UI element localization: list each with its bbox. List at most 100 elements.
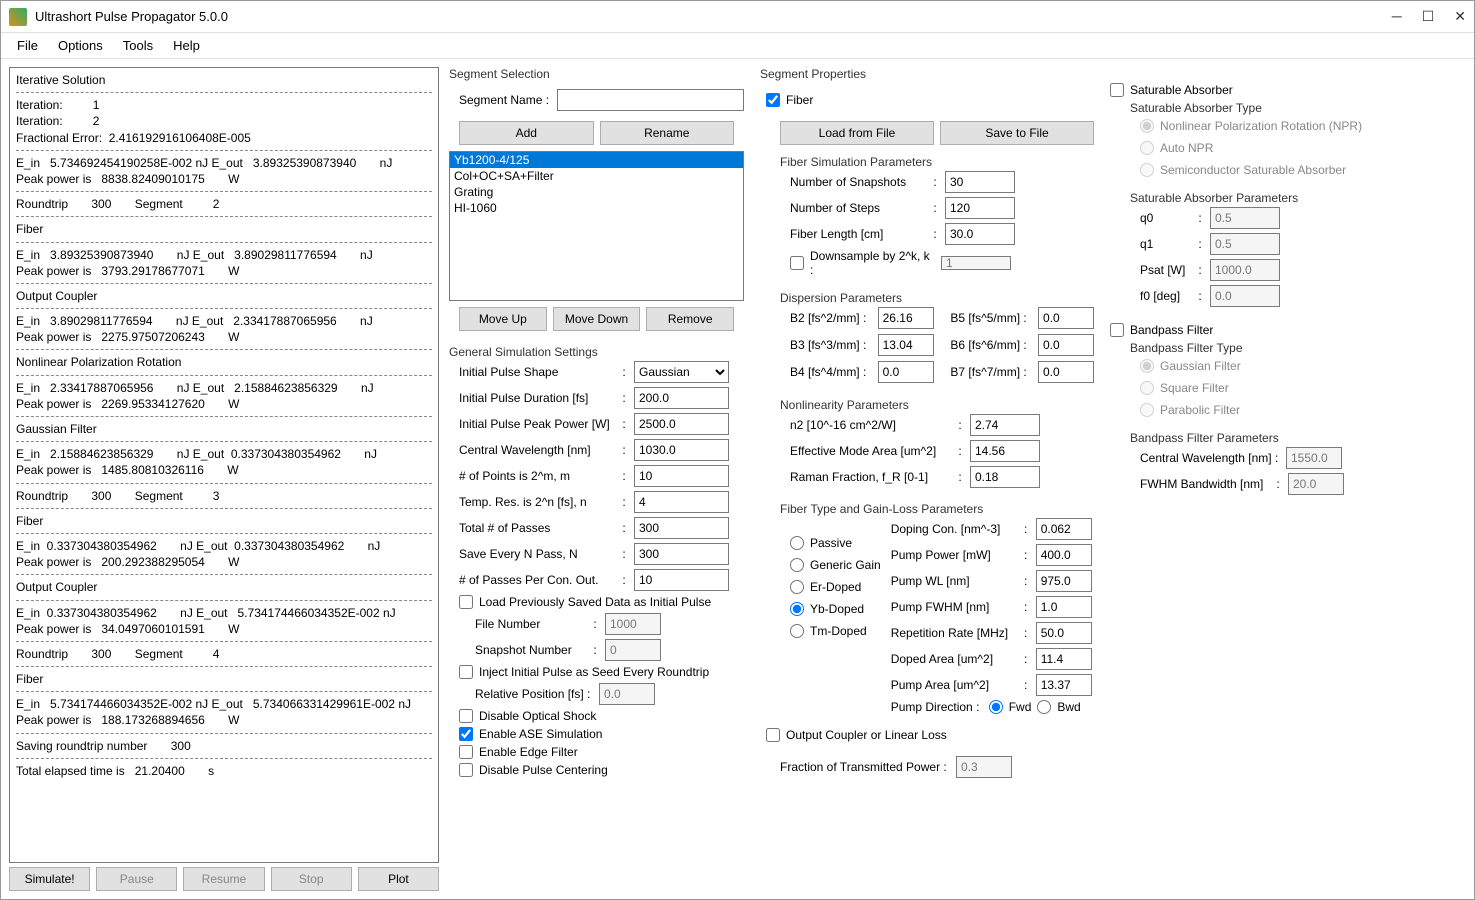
q0-input [1210,207,1280,229]
moveup-button[interactable]: Move Up [459,307,547,331]
save-to-file-button[interactable]: Save to File [940,121,1094,145]
stop-button[interactable]: Stop [271,867,352,891]
log-output[interactable]: Iterative SolutionIteration: 1Iteration:… [9,67,439,863]
sa-type-title: Saturable Absorber Type [1130,101,1466,115]
b6-input[interactable] [1038,334,1094,356]
pumpfwhm-input[interactable] [1036,596,1092,618]
menubar: File Options Tools Help [1,33,1474,59]
b7-input[interactable] [1038,361,1094,383]
auto-npr-radio: Auto NPR [1140,141,1466,155]
pumpwl-input[interactable] [1036,570,1092,592]
rename-segment-button[interactable]: Rename [600,121,735,145]
inject-checkbox[interactable]: Inject Initial Pulse as Seed Every Round… [459,665,744,679]
central-wl-label: Central Wavelength [nm] [459,443,614,457]
b4-label: B4 [fs^4/mm] : [790,365,874,379]
simulate-button[interactable]: Simulate! [9,867,90,891]
filenum-input [605,613,661,635]
snapnum-label: Snapshot Number [475,643,585,657]
menu-options[interactable]: Options [50,36,111,55]
sa-checkbox[interactable]: Saturable Absorber [1110,83,1466,97]
downsample-input [941,256,1011,270]
doping-label: Doping Con. [nm^-3] [891,522,1016,536]
doping-input[interactable] [1036,518,1092,540]
er-radio[interactable]: Er-Doped [790,580,881,594]
segment-selection-title: Segment Selection [449,67,744,81]
menu-help[interactable]: Help [165,36,208,55]
bpf-params-title: Bandpass Filter Parameters [1130,431,1466,445]
f0-input [1210,285,1280,307]
fiber-checkbox[interactable]: Fiber [760,93,1094,107]
bpf-checkbox[interactable]: Bandpass Filter [1110,323,1466,337]
resume-button[interactable]: Resume [183,867,264,891]
pulse-dur-input[interactable] [634,387,729,409]
mode-input[interactable] [970,440,1040,462]
pulse-shape-select[interactable]: Gaussian [634,361,729,383]
segment-name-label: Segment Name : [459,93,551,107]
b4-input[interactable] [878,361,934,383]
frac-input [956,756,1012,778]
segment-list-item[interactable]: Grating [450,184,743,200]
central-wl-input[interactable] [634,439,729,461]
load-prev-checkbox[interactable]: Load Previously Saved Data as Initial Pu… [459,595,744,609]
downsample-checkbox[interactable]: Downsample by 2^k, k : [790,249,1094,277]
peak-power-input[interactable] [634,413,729,435]
pcon-input[interactable] [634,569,729,591]
bpf-fwhm-label: FWHM Bandwidth [nm] [1140,477,1268,491]
b3-input[interactable] [878,334,934,356]
pumppw-input[interactable] [1036,544,1092,566]
tm-radio[interactable]: Tm-Doped [790,624,881,638]
maximize-icon[interactable]: ☐ [1422,8,1435,25]
yb-radio[interactable]: Yb-Doped [790,602,881,616]
enable-edge-checkbox[interactable]: Enable Edge Filter [459,745,744,759]
pumpfwhm-label: Pump FWHM [nm] [891,600,1016,614]
gauss-filter-radio: Gaussian Filter [1140,359,1466,373]
npoints-label: # of Points is 2^m, m [459,469,614,483]
saven-input[interactable] [634,543,729,565]
steps-input[interactable] [945,197,1015,219]
close-icon[interactable]: ✕ [1454,8,1466,25]
npoints-input[interactable] [634,465,729,487]
snap-input[interactable] [945,171,1015,193]
passive-radio[interactable]: Passive [790,536,881,550]
length-label: Fiber Length [cm] [790,227,925,241]
disable-center-checkbox[interactable]: Disable Pulse Centering [459,763,744,777]
pause-button[interactable]: Pause [96,867,177,891]
minimize-icon[interactable]: ─ [1392,8,1402,25]
menu-file[interactable]: File [9,36,46,55]
dopedarea-input[interactable] [1036,648,1092,670]
n2-input[interactable] [970,414,1040,436]
generic-radio[interactable]: Generic Gain [790,558,881,572]
segment-listbox[interactable]: Yb1200-4/125Col+OC+SA+FilterGratingHI-10… [449,151,744,301]
segment-list-item[interactable]: HI-1060 [450,200,743,216]
disable-shock-checkbox[interactable]: Disable Optical Shock [459,709,744,723]
sa-params-title: Saturable Absorber Parameters [1130,191,1466,205]
fwd-radio[interactable]: Fwd [989,700,1032,714]
q0-label: q0 [1140,211,1190,225]
movedown-button[interactable]: Move Down [553,307,641,331]
disp-title: Dispersion Parameters [780,291,1094,305]
reprate-label: Repetition Rate [MHz] [891,626,1016,640]
reprate-input[interactable] [1036,622,1092,644]
enable-ase-checkbox[interactable]: Enable ASE Simulation [459,727,744,741]
b2-input[interactable] [878,307,934,329]
tres-input[interactable] [634,491,729,513]
menu-tools[interactable]: Tools [115,36,161,55]
plot-button[interactable]: Plot [358,867,439,891]
output-coupler-checkbox[interactable]: Output Coupler or Linear Loss [760,728,1094,742]
raman-input[interactable] [970,466,1040,488]
bwd-radio[interactable]: Bwd [1037,700,1080,714]
load-from-file-button[interactable]: Load from File [780,121,934,145]
frac-label: Fraction of Transmitted Power : [780,760,950,774]
length-input[interactable] [945,223,1015,245]
snapnum-input [605,639,661,661]
add-segment-button[interactable]: Add [459,121,594,145]
remove-button[interactable]: Remove [646,307,734,331]
segment-props-title: Segment Properties [760,67,1094,81]
passes-input[interactable] [634,517,729,539]
ftgl-title: Fiber Type and Gain-Loss Parameters [780,502,1094,516]
b5-input[interactable] [1038,307,1094,329]
segment-list-item[interactable]: Yb1200-4/125 [450,152,743,168]
pumparea-input[interactable] [1036,674,1092,696]
segment-name-input[interactable] [557,89,744,111]
segment-list-item[interactable]: Col+OC+SA+Filter [450,168,743,184]
